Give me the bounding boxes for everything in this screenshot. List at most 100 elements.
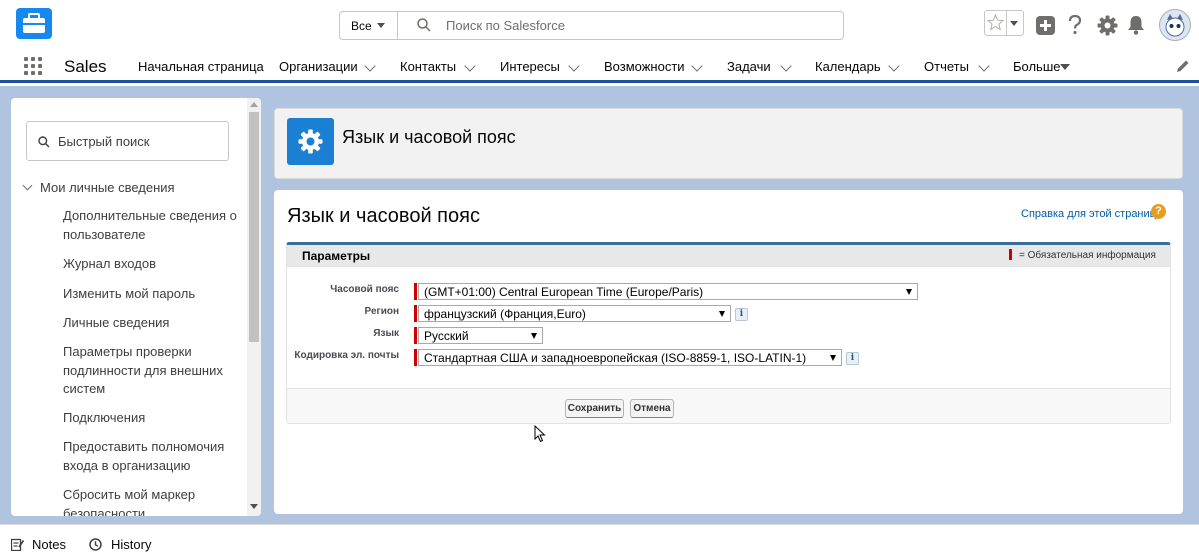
chevron-down-icon[interactable] (568, 60, 580, 72)
nav-item-contacts[interactable]: Контакты (400, 59, 456, 74)
language-select[interactable]: Русский (418, 327, 543, 344)
required-legend: = Обязательная информация (1019, 250, 1156, 261)
quick-find-input[interactable]: Быстрый поиск (26, 121, 229, 161)
search-icon (417, 18, 431, 32)
chevron-down-icon[interactable] (691, 60, 703, 72)
search-scope-label: Все (351, 19, 372, 33)
help-icon[interactable] (1068, 15, 1082, 35)
timezone-select[interactable]: (GMT+01:00) Central European Time (Europ… (418, 283, 918, 300)
sidebar-item-personal-info[interactable]: Личные сведения (63, 314, 238, 333)
chevron-down-icon[interactable] (22, 180, 33, 191)
chevron-down-icon (830, 355, 836, 361)
email-encoding-value: Стандартная США и западноевропейская (IS… (424, 351, 807, 365)
timezone-label: Часовой пояс (330, 284, 399, 295)
chevron-down-icon (719, 311, 725, 317)
app-navigation-bar: Sales Начальная страница Организации Кон… (0, 50, 1199, 83)
nav-item-calendar[interactable]: Календарь (815, 59, 881, 74)
language-label: Язык (373, 328, 399, 339)
locale-select[interactable]: французский (Франция,Euro) (418, 305, 731, 322)
setup-sidebar: Быстрый поиск Мои личные сведения Дополн… (11, 98, 261, 516)
global-header: Все Поиск по Salesforce (0, 0, 1199, 50)
sidebar-item-auth-settings[interactable]: Параметры проверки подлинности для внешн… (63, 343, 228, 399)
required-indicator (1009, 249, 1012, 260)
main-content-card: Язык и часовой пояс Справка для этой стр… (274, 190, 1183, 514)
setup-gear-tile (287, 118, 334, 165)
required-indicator (414, 349, 417, 366)
help-question-icon[interactable]: ? (1151, 204, 1166, 219)
sidebar-item-login-history[interactable]: Журнал входов (63, 255, 238, 274)
nav-item-opportunities[interactable]: Возможности (604, 59, 685, 74)
search-icon (38, 136, 50, 148)
sidebar-scrollbar[interactable] (247, 98, 261, 516)
nav-item-tasks[interactable]: Задачи (727, 59, 771, 74)
setup-gear-icon[interactable] (1097, 15, 1118, 36)
sidebar-item-change-password[interactable]: Изменить мой пароль (63, 285, 238, 304)
scroll-up-arrow-icon[interactable] (250, 102, 258, 107)
page-header-card: Язык и часовой пояс (274, 108, 1183, 179)
sidebar-item-grant-login-access[interactable]: Предоставить полномочия входа в организа… (63, 438, 228, 475)
locale-value: французский (Франция,Euro) (424, 307, 586, 321)
chevron-down-icon (531, 333, 537, 339)
chevron-down-icon (1010, 21, 1018, 26)
settings-section-title: Параметры (302, 249, 371, 263)
chevron-down-icon[interactable] (464, 60, 476, 72)
user-avatar-icon[interactable] (1159, 9, 1191, 41)
app-launcher-icon[interactable] (23, 56, 43, 76)
language-value: Русский (424, 329, 469, 343)
scroll-down-arrow-icon[interactable] (250, 504, 258, 509)
sidebar-section-my-personal-info[interactable]: Мои личные сведения (40, 180, 175, 195)
nav-item-home[interactable]: Начальная страница (138, 59, 264, 74)
page-header-title: Язык и часовой пояс (342, 127, 516, 147)
nav-item-leads[interactable]: Интересы (500, 59, 560, 74)
timezone-value: (GMT+01:00) Central European Time (Europ… (424, 285, 704, 299)
email-encoding-label: Кодировка эл. почты (294, 350, 399, 361)
utility-notes[interactable]: Notes (32, 537, 66, 552)
sidebar-item-connections[interactable]: Подключения (63, 409, 238, 428)
locale-label: Регион (364, 306, 399, 317)
edit-pencil-icon[interactable] (1176, 59, 1190, 73)
required-indicator (414, 305, 417, 322)
email-encoding-info-icon[interactable]: i (846, 352, 859, 365)
cancel-button[interactable]: Отмена (630, 399, 674, 418)
chevron-down-icon[interactable] (364, 60, 376, 72)
nav-item-reports[interactable]: Отчеты (924, 59, 969, 74)
utility-history[interactable]: History (111, 537, 151, 552)
notes-icon (11, 538, 24, 551)
add-icon[interactable] (1036, 16, 1055, 35)
email-encoding-select[interactable]: Стандартная США и западноевропейская (IS… (418, 349, 842, 366)
mouse-cursor-icon (534, 425, 546, 443)
scrollbar-thumb[interactable] (249, 112, 259, 342)
app-name: Sales (64, 57, 107, 76)
notifications-bell-icon[interactable] (1127, 15, 1145, 35)
utility-bar: Notes History (0, 524, 1199, 558)
settings-block-header: Параметры = Обязательная информация (287, 245, 1170, 267)
required-indicator (414, 283, 417, 300)
history-clock-icon (89, 538, 102, 551)
nav-item-more[interactable]: Больше (1013, 59, 1061, 74)
favorites-divider (1006, 11, 1007, 35)
chevron-down-icon[interactable] (780, 60, 792, 72)
sidebar-item-reset-security-token[interactable]: Сбросить мой маркер безопасности (63, 486, 203, 516)
settings-block: Параметры = Обязательная информация Часо… (286, 242, 1171, 424)
global-search: Все Поиск по Salesforce (339, 11, 844, 40)
save-button[interactable]: Сохранить (565, 399, 624, 418)
help-for-this-page-link[interactable]: Справка для этой страницы (1021, 208, 1164, 220)
chevron-down-icon[interactable] (888, 60, 900, 72)
app-logo-icon[interactable] (15, 7, 53, 40)
locale-info-icon[interactable]: i (735, 308, 748, 321)
search-input[interactable]: Поиск по Salesforce (446, 18, 565, 33)
chevron-down-icon[interactable] (978, 60, 990, 72)
chevron-down-icon (377, 23, 385, 28)
nav-item-accounts[interactable]: Организации (279, 59, 358, 74)
quick-find-placeholder: Быстрый поиск (58, 134, 150, 149)
caret-down-icon[interactable] (1060, 64, 1070, 70)
page-title: Язык и часовой пояс (287, 205, 480, 227)
chevron-down-icon (906, 289, 912, 295)
settings-form: Часовой пояс (GMT+01:00) Central Europea… (287, 267, 1170, 389)
sidebar-item-additional-info[interactable]: Дополнительные сведения о пользователе (63, 207, 238, 244)
favorites-button[interactable] (984, 10, 1024, 36)
star-icon (987, 14, 1004, 31)
search-scope-select[interactable]: Все (340, 12, 398, 39)
gear-icon (298, 129, 323, 154)
required-indicator (414, 327, 417, 344)
